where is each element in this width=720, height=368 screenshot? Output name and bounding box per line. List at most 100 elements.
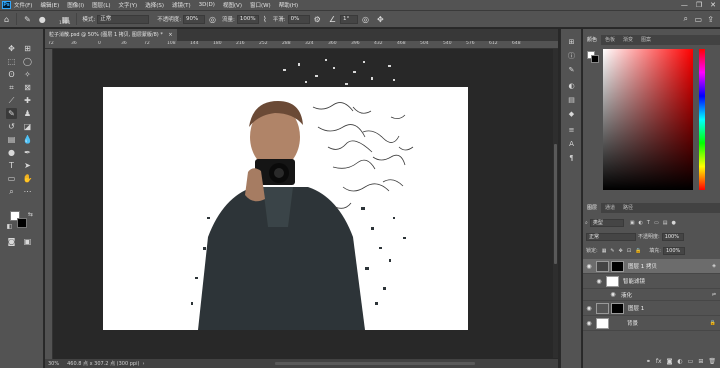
- lock-transparent-icon[interactable]: ▦: [602, 248, 607, 254]
- mode-dropdown[interactable]: 正常: [97, 14, 150, 24]
- layer-row[interactable]: ◉ 图层 1 拷贝 ◈: [583, 259, 720, 274]
- lock-pixels-icon[interactable]: ✎: [610, 248, 614, 254]
- hand-tool-icon[interactable]: ✋: [22, 173, 33, 184]
- spot-healing-icon[interactable]: ✚: [22, 95, 33, 106]
- menu-window[interactable]: 窗口(W): [250, 1, 271, 9]
- opacity-field[interactable]: 90%: [183, 14, 206, 24]
- minimize-button[interactable]: —: [681, 1, 688, 9]
- stamp-tool-icon[interactable]: ♟: [22, 108, 33, 119]
- close-tab-icon[interactable]: ×: [168, 32, 172, 38]
- zoom-tool-icon[interactable]: ⌕: [6, 186, 17, 197]
- vertical-scrollbar[interactable]: [553, 49, 558, 358]
- symmetry-icon[interactable]: ✥: [377, 15, 384, 24]
- menu-help[interactable]: 帮助(H): [279, 1, 298, 9]
- layer-fill-field[interactable]: 100%: [662, 246, 685, 255]
- new-layer-icon[interactable]: ⊞: [698, 358, 703, 365]
- brush-tool-icon[interactable]: ✎: [6, 108, 17, 119]
- visibility-eye-icon[interactable]: ◉: [609, 291, 617, 298]
- filter-pixel-icon[interactable]: ▣: [630, 220, 635, 226]
- adjustment-icon[interactable]: ◐: [677, 358, 682, 365]
- group-icon[interactable]: ▭: [688, 358, 694, 365]
- layer-name[interactable]: 图层 1 拷贝: [628, 262, 657, 270]
- swap-colors-icon[interactable]: ⇆: [25, 209, 36, 220]
- layer-name[interactable]: 图层 1: [628, 304, 644, 312]
- more-tools-icon[interactable]: ⋯: [22, 186, 33, 197]
- layer-row[interactable]: ◉ 背景 🔒: [583, 316, 720, 331]
- blur-tool-icon[interactable]: 💧: [22, 134, 33, 145]
- hue-slider[interactable]: [699, 49, 705, 190]
- filter-type-icon[interactable]: T: [647, 220, 650, 226]
- share-icon[interactable]: ⇪: [707, 15, 714, 24]
- canvas-area[interactable]: [53, 49, 553, 358]
- lock-artboard-icon[interactable]: ⊡: [627, 248, 631, 254]
- filter-shape-icon[interactable]: ▭: [654, 220, 659, 226]
- default-colors-icon[interactable]: ◧: [4, 221, 15, 232]
- pressure-opacity-icon[interactable]: ◎: [209, 15, 216, 24]
- artboard-tool-icon[interactable]: ⊞: [22, 43, 33, 54]
- quick-mask-icon[interactable]: ◙: [6, 236, 17, 247]
- tab-patterns[interactable]: 图案: [637, 35, 655, 45]
- restore-button[interactable]: ❐: [696, 1, 702, 9]
- lock-position-icon[interactable]: ✥: [619, 248, 623, 254]
- pressure-size-icon[interactable]: ◎: [362, 15, 369, 24]
- brush-settings-panel-icon[interactable]: ✎: [566, 65, 577, 75]
- document-tab[interactable]: 粒子消散.psd @ 50% (图层 1 拷贝, 图层蒙版/8) * ×: [45, 29, 177, 41]
- filter-kind-dropdown[interactable]: 类型: [589, 218, 624, 227]
- brush-tool-icon[interactable]: ✎: [24, 15, 31, 24]
- blend-mode-dropdown[interactable]: 正常: [586, 232, 636, 241]
- workspace-icon[interactable]: ▭: [694, 15, 702, 24]
- lock-all-icon[interactable]: 🔒: [635, 248, 641, 254]
- quick-select-tool-icon[interactable]: ✧: [22, 69, 33, 80]
- layer-row[interactable]: ◉ 智能滤镜: [583, 274, 720, 289]
- menu-layer[interactable]: 图层(L): [92, 1, 110, 9]
- history-brush-icon[interactable]: ↺: [6, 121, 17, 132]
- eyedropper-tool-icon[interactable]: ⟋: [6, 95, 17, 106]
- glyphs-icon[interactable]: ¶: [566, 153, 577, 163]
- color-picker-field[interactable]: [603, 49, 693, 190]
- menu-image[interactable]: 图像(I): [67, 1, 84, 9]
- menu-3d[interactable]: 3D(D): [199, 2, 215, 8]
- pen-tool-icon[interactable]: ✒: [22, 147, 33, 158]
- flow-field[interactable]: 100%: [236, 14, 259, 24]
- layer-mask-thumbnail[interactable]: [611, 302, 624, 314]
- move-tool-icon[interactable]: ✥: [6, 43, 17, 54]
- menu-file[interactable]: 文件(F): [14, 1, 32, 9]
- vertical-scroll-thumb[interactable]: [554, 144, 557, 264]
- libraries-icon[interactable]: ▤: [566, 95, 577, 105]
- frame-tool-icon[interactable]: ⊠: [22, 82, 33, 93]
- layer-name[interactable]: 液化: [621, 291, 632, 299]
- history-icon[interactable]: ⊞: [566, 37, 577, 47]
- horizontal-scroll-thumb[interactable]: [275, 362, 475, 365]
- menu-type[interactable]: 文字(Y): [119, 1, 138, 9]
- zoom-level[interactable]: 30%: [48, 361, 59, 367]
- menu-edit[interactable]: 编辑(E): [40, 1, 59, 9]
- type-tool-icon[interactable]: T: [6, 160, 17, 171]
- paragraph-icon[interactable]: A: [566, 139, 577, 149]
- close-button[interactable]: ✕: [710, 1, 716, 9]
- properties-icon[interactable]: ⓘ: [566, 51, 577, 61]
- filter-options-icon[interactable]: ⇌: [712, 292, 716, 298]
- eraser-tool-icon[interactable]: ◪: [22, 121, 33, 132]
- menu-select[interactable]: 选择(S): [145, 1, 164, 9]
- filter-toggle-icon[interactable]: ●: [671, 220, 675, 226]
- tab-channels[interactable]: 通道: [601, 203, 619, 213]
- filter-adjustment-icon[interactable]: ◐: [639, 220, 643, 226]
- document-canvas[interactable]: [103, 87, 468, 330]
- layer-name[interactable]: 背景: [627, 319, 638, 327]
- tab-layers[interactable]: 图层: [583, 203, 602, 213]
- panel-background-swatch[interactable]: [591, 55, 599, 63]
- angle-field[interactable]: 1°: [340, 14, 358, 24]
- status-menu-arrow-icon[interactable]: ›: [142, 361, 144, 367]
- screen-mode-icon[interactable]: ▣: [22, 236, 33, 247]
- menu-filter[interactable]: 滤镜(T): [172, 1, 191, 9]
- visibility-eye-icon[interactable]: ◉: [585, 263, 593, 270]
- layer-opacity-field[interactable]: 100%: [661, 232, 684, 241]
- tab-gradients[interactable]: 渐变: [619, 35, 637, 45]
- tab-paths[interactable]: 路径: [619, 203, 637, 213]
- home-icon[interactable]: ⌂: [4, 15, 9, 24]
- gradient-tool-icon[interactable]: ▤: [6, 134, 17, 145]
- layer-row[interactable]: ◉ 液化 ⇌: [583, 289, 720, 301]
- visibility-eye-icon[interactable]: ◉: [595, 278, 603, 285]
- search-icon[interactable]: ⌕: [684, 14, 688, 24]
- marquee-tool-icon[interactable]: ⬚: [6, 56, 17, 67]
